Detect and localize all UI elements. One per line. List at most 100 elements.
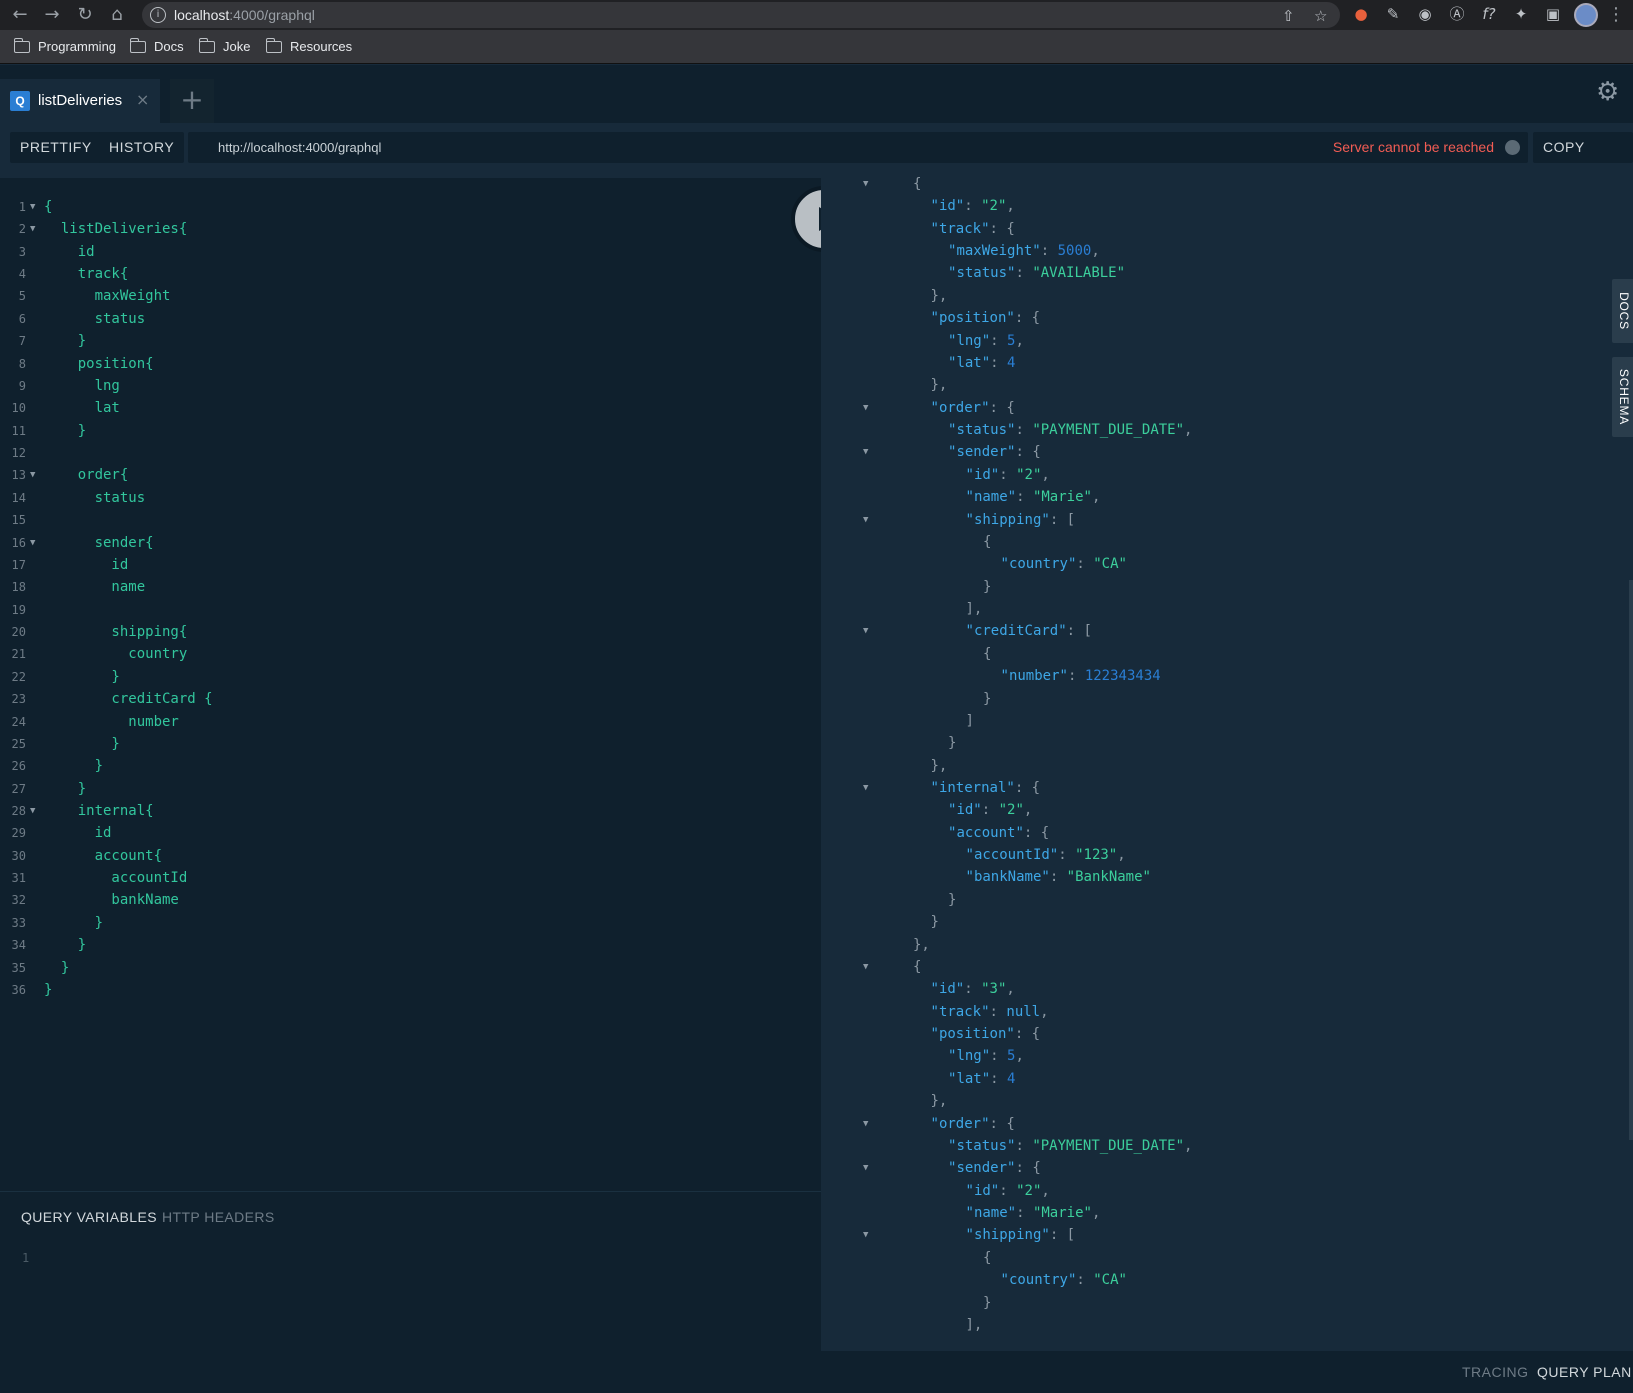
add-tab-button[interactable]: + xyxy=(170,79,214,123)
bookmark-folder[interactable]: Resources xyxy=(265,37,352,54)
result-value: } xyxy=(948,735,957,752)
result-code: }, xyxy=(931,755,948,777)
tracing-button[interactable]: TRACING xyxy=(1462,1364,1529,1380)
result-code: "track": { xyxy=(930,220,1015,237)
pen-extension-icon[interactable]: ✎ xyxy=(1383,4,1403,24)
result-scrollbar[interactable] xyxy=(1629,580,1633,1140)
fold-arrow-icon[interactable]: ▼ xyxy=(863,397,868,419)
playground-toolbar: PRETTIFY HISTORY http://localhost:4000/g… xyxy=(0,123,1633,186)
back-arrow-icon[interactable]: ← xyxy=(8,3,32,27)
line-number: 1 xyxy=(18,200,26,214)
camera-extension-icon[interactable]: ◉ xyxy=(1415,4,1435,24)
query-code: } xyxy=(44,780,87,797)
result-line: "name": "Marie", xyxy=(821,486,1633,508)
result-line: ▼ "order": { xyxy=(821,1113,1633,1135)
fold-arrow-icon[interactable]: ▼ xyxy=(863,441,868,463)
fold-arrow-icon[interactable]: ▼ xyxy=(30,464,35,486)
bookmark-star-icon[interactable]: ☆ xyxy=(1314,7,1327,25)
query-line: 8 position{ xyxy=(0,353,821,375)
result-key: internal xyxy=(938,779,1007,796)
result-code: "id": "2", xyxy=(965,466,1050,483)
site-info-icon[interactable]: i xyxy=(150,7,166,23)
result-line: "country": "CA" xyxy=(821,1269,1633,1291)
prettify-button[interactable]: PRETTIFY xyxy=(10,132,102,163)
query-plan-button[interactable]: QUERY PLAN xyxy=(1537,1364,1632,1380)
query-code: maxWeight xyxy=(44,288,171,305)
function-extension-icon[interactable]: f? xyxy=(1479,4,1499,24)
fold-arrow-icon[interactable]: ▼ xyxy=(863,956,868,978)
line-number: 25 xyxy=(11,736,26,751)
query-editor[interactable]: 1 ▼{2 ▼ listDeliveries{3 id 4 track{5 maxWe… xyxy=(0,178,821,1191)
forward-arrow-icon[interactable]: → xyxy=(40,3,64,27)
tab-listdeliveries[interactable]: Q listDeliveries × xyxy=(0,79,160,123)
result-line: "account": { xyxy=(821,822,1633,844)
extension-icon[interactable]: ● xyxy=(1351,4,1371,24)
result-code: "lng": 5, xyxy=(948,1048,1024,1065)
line-number: 20 xyxy=(11,625,26,640)
result-code: "internal": { xyxy=(930,779,1041,796)
result-value: { xyxy=(1006,399,1015,416)
fold-arrow-icon[interactable]: ▼ xyxy=(863,1157,868,1179)
reload-icon[interactable]: ↻ xyxy=(73,3,97,27)
docs-tab[interactable]: DOCS xyxy=(1612,279,1633,343)
result-code: } xyxy=(931,911,939,933)
result-punct: , xyxy=(1091,489,1101,506)
result-value: { xyxy=(1031,779,1041,796)
fold-arrow-icon[interactable]: ▼ xyxy=(30,196,35,218)
copy-curl-button[interactable]: COPY CURL xyxy=(1533,132,1633,186)
query-line: 20 shipping{ xyxy=(0,621,821,643)
address-host: localhost xyxy=(174,7,230,23)
folder-icon xyxy=(13,37,30,53)
playground-tabbar: Q listDeliveries × + ⚙ xyxy=(0,65,1633,123)
result-punct: , xyxy=(1041,1182,1050,1199)
address-bar[interactable]: i localhost:4000/graphql ⇧ ☆ xyxy=(142,2,1340,28)
result-code: "id": "2", xyxy=(930,198,1015,215)
result-line: "bankName": "BankName" xyxy=(821,866,1633,888)
query-code: lng xyxy=(44,377,120,394)
result-key: lng xyxy=(956,332,982,349)
history-button[interactable]: HISTORY xyxy=(99,132,185,163)
result-punct: , xyxy=(1184,1137,1193,1154)
avatar[interactable] xyxy=(1574,3,1598,27)
home-icon[interactable]: ⌂ xyxy=(105,3,129,27)
side-panel-icon[interactable]: ▣ xyxy=(1543,4,1563,24)
fold-arrow-icon[interactable]: ▼ xyxy=(863,1224,868,1246)
fold-arrow-icon[interactable]: ▼ xyxy=(30,218,35,240)
fold-arrow-icon[interactable]: ▼ xyxy=(30,532,35,554)
line-number: 32 xyxy=(11,893,26,908)
fold-arrow-icon[interactable]: ▼ xyxy=(863,173,868,195)
share-icon[interactable]: ⇧ xyxy=(1282,7,1295,25)
variables-editor[interactable]: 1 xyxy=(0,1241,821,1351)
bookmark-folder[interactable]: Programming xyxy=(13,37,116,54)
line-number: 2 xyxy=(18,222,26,237)
tab-query-variables[interactable]: QUERY VARIABLES xyxy=(21,1209,157,1225)
result-viewer[interactable]: ▼{"id": "2", "track": {"maxWeight": 5000,… xyxy=(821,173,1633,1351)
fold-arrow-icon[interactable]: ▼ xyxy=(863,509,868,531)
query-code: track{ xyxy=(44,266,129,283)
schema-tab[interactable]: SCHEMA xyxy=(1612,357,1633,437)
result-punct: , xyxy=(1015,1048,1024,1065)
result-code: "lng": 5, xyxy=(948,332,1024,349)
close-icon[interactable]: × xyxy=(136,90,149,109)
fold-arrow-icon[interactable]: ▼ xyxy=(863,777,868,799)
result-code: "shipping": [ xyxy=(965,1227,1076,1244)
query-code: lat xyxy=(44,400,120,417)
result-value: { xyxy=(1031,1026,1041,1043)
tab-http-headers[interactable]: HTTP HEADERS xyxy=(162,1209,275,1225)
fold-arrow-icon[interactable]: ▼ xyxy=(863,620,868,642)
result-value: { xyxy=(913,176,922,192)
result-line: }, xyxy=(821,374,1633,396)
bookmark-folder[interactable]: Docs xyxy=(129,37,184,54)
puzzle-icon[interactable]: ✦ xyxy=(1511,4,1531,24)
query-code: position{ xyxy=(44,355,154,372)
endpoint-input[interactable]: http://localhost:4000/graphql Server can… xyxy=(188,132,1528,163)
fold-arrow-icon[interactable]: ▼ xyxy=(863,1113,868,1135)
query-code: status xyxy=(44,310,146,327)
gear-icon[interactable]: ⚙ xyxy=(1596,77,1619,107)
menu-dots-icon[interactable]: ⋮ xyxy=(1604,3,1628,27)
fold-arrow-icon[interactable]: ▼ xyxy=(30,800,35,822)
result-key: id xyxy=(973,466,991,483)
bookmark-folder[interactable]: Joke xyxy=(198,37,250,54)
circle-extension-icon[interactable]: Ⓐ xyxy=(1447,4,1467,24)
query-line: 7 } xyxy=(0,330,821,352)
